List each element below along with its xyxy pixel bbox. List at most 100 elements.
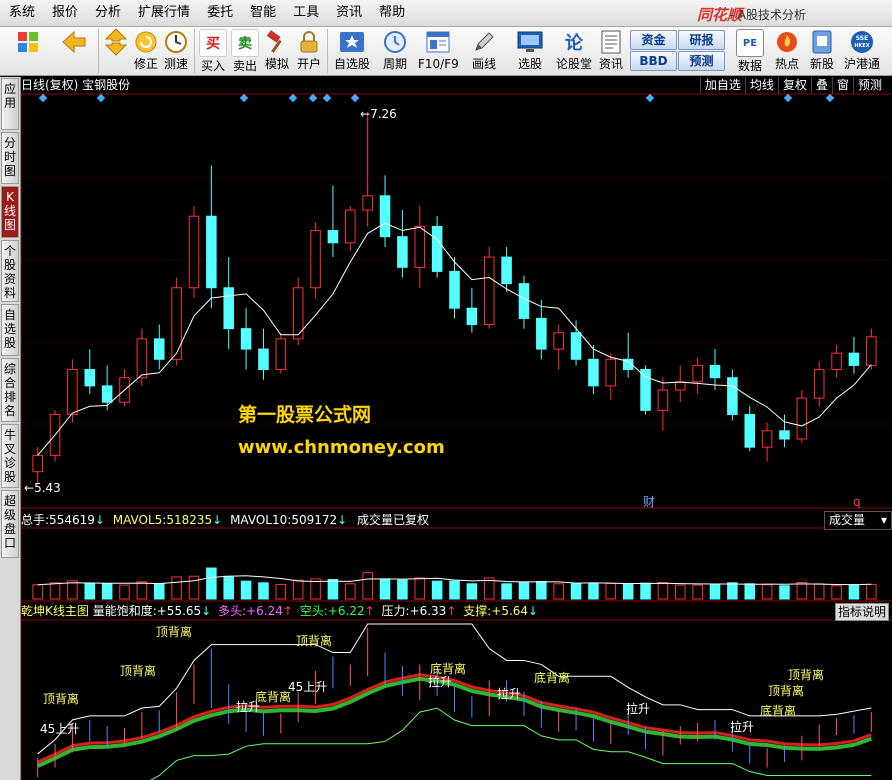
moving-average-link[interactable]: 均线 — [744, 77, 778, 94]
annotation-label: 拉升 — [730, 720, 755, 734]
volume-bar — [761, 584, 773, 600]
volume-bar — [622, 583, 634, 600]
tab-stock-profile[interactable]: 个股资料 — [1, 240, 19, 302]
tab-super-panel[interactable]: 超级盘口 — [1, 490, 19, 558]
indicator-header: 乾坤K线主图 量能饱和度:+55.65↓ 多头:+6.24↑ 空头:+6.22↑… — [21, 603, 538, 619]
volume-bar — [223, 575, 235, 600]
bull-value: +6.24 — [246, 604, 283, 618]
annotation-label: 顶背离 — [156, 625, 193, 639]
candle-body — [414, 225, 426, 268]
volume-bar — [588, 582, 599, 600]
financial-marker[interactable]: 财 — [643, 495, 655, 509]
indicator-explain-button[interactable]: 指标说明 — [835, 603, 889, 621]
candle-body — [501, 256, 512, 285]
candle-body — [136, 338, 148, 379]
volume-bar — [345, 583, 356, 600]
volume-bar — [101, 583, 113, 600]
candle-body — [153, 338, 165, 360]
candle-body — [171, 287, 182, 360]
annotation-label: 底背离 — [534, 671, 571, 685]
volume-bar — [153, 583, 165, 600]
volume-bar — [449, 580, 460, 600]
resistance-value: +6.33 — [409, 604, 447, 618]
watermark-title: 第一股票公式网 — [238, 404, 372, 426]
candlestick-series — [32, 112, 877, 486]
volume-bar — [84, 583, 96, 600]
candle-body — [657, 389, 669, 411]
candle-body — [310, 230, 321, 289]
annotation-label: 顶背离 — [296, 634, 333, 648]
support-arrow: ↓ — [528, 604, 539, 618]
event-marker-icon — [645, 93, 655, 103]
candle-body — [570, 332, 582, 360]
candle-body — [206, 215, 217, 289]
volume-bar — [240, 580, 252, 600]
volume-bar — [292, 579, 304, 600]
candle-body — [553, 332, 564, 350]
volume-bar — [709, 583, 721, 600]
volume-bar — [674, 584, 686, 600]
candle-body — [188, 215, 200, 289]
volume-bar — [275, 583, 287, 600]
annotation-label: 拉升 — [626, 702, 651, 716]
tab-watchlist[interactable]: 自选股 — [1, 304, 19, 356]
volume-bar — [796, 581, 808, 600]
volume-bar — [605, 582, 617, 600]
volume-bar — [727, 582, 738, 600]
candle-body — [101, 385, 113, 403]
saturation-label: 量能饱和度: — [92, 604, 157, 618]
tab-diagnosis[interactable]: 牛叉诊股 — [1, 424, 19, 488]
candle-body — [67, 369, 78, 415]
bear-value: +6.22 — [327, 604, 365, 618]
volume-bar — [518, 581, 530, 600]
volume-bar — [206, 567, 217, 600]
adjusted-link[interactable]: 复权 — [777, 77, 811, 94]
candle-body — [84, 369, 96, 387]
volume-bar — [744, 583, 756, 600]
high-price-label: ←7.26 — [360, 107, 397, 121]
low-price-label: ←5.43 — [24, 481, 61, 495]
watermark-url: www.chnmoney.com — [238, 437, 445, 458]
candle-body — [32, 454, 43, 473]
event-marker-icon — [825, 93, 835, 103]
event-marker-icon — [783, 93, 793, 103]
resistance-label: 压力: — [381, 604, 410, 618]
volume-bar — [414, 577, 426, 600]
candle-body — [345, 209, 356, 244]
chart-header: 日线(复权) 宝钢股份 — [21, 78, 131, 92]
forecast-link[interactable]: 预测 — [852, 77, 886, 94]
candle-body — [275, 338, 287, 371]
volume-bar — [397, 579, 408, 600]
candle-body — [831, 352, 842, 371]
chevron-down-icon: ▾ — [880, 513, 887, 527]
indicator-select[interactable]: 成交量 ▾ — [824, 511, 892, 530]
indicator-name: 乾坤K线主图 — [21, 604, 89, 618]
volume-bar — [171, 576, 182, 600]
add-watchlist-link[interactable]: 加自选 — [699, 77, 745, 94]
mavol5-arrow: ↓ — [212, 513, 223, 527]
tab-app[interactable]: 应用 — [1, 78, 19, 130]
mavol10-value: 509172 — [291, 513, 338, 527]
annotation-label: 底背离 — [760, 704, 797, 718]
overlay-link[interactable]: 叠 — [810, 77, 832, 94]
tab-ranking[interactable]: 综合排名 — [1, 358, 19, 422]
resistance-arrow: ↑ — [446, 604, 457, 618]
annotation-label: 顶背离 — [120, 664, 157, 678]
candle-body — [779, 430, 790, 440]
candle-body — [362, 195, 373, 211]
event-marker-icon — [288, 93, 298, 103]
tab-intraday[interactable]: 分时图 — [1, 132, 19, 184]
event-marker-icon — [322, 93, 332, 103]
candle-body — [379, 195, 391, 238]
candle-body — [536, 317, 547, 350]
q-marker[interactable]: q — [853, 495, 861, 509]
window-link[interactable]: 窗 — [831, 77, 853, 94]
volume-bar — [779, 585, 790, 600]
total-volume-arrow: ↓ — [94, 513, 105, 527]
bear-label: 空头: — [299, 604, 328, 618]
annotation-label: 顶背离 — [788, 668, 825, 682]
tab-kline[interactable]: K线图 — [1, 186, 19, 238]
volume-bar — [640, 582, 651, 600]
total-volume-label: 总手: — [21, 513, 50, 527]
volume-bar — [379, 579, 391, 600]
